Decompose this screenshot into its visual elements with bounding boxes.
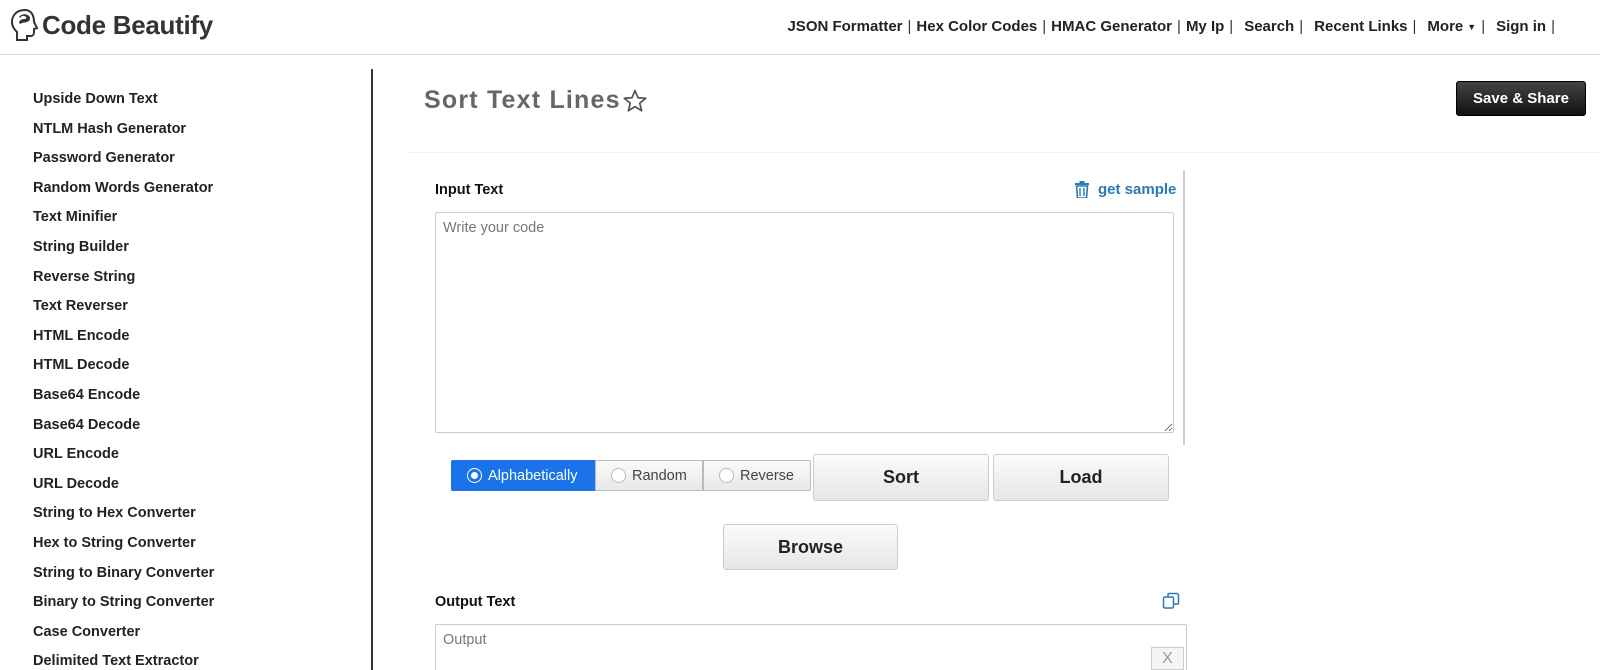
nav-separator: | bbox=[1481, 18, 1486, 35]
page-title: Sort Text Lines bbox=[424, 86, 648, 115]
nav-separator: | bbox=[1299, 18, 1304, 35]
sidebar-tool-list: Upside Down Text NTLM Hash Generator Pas… bbox=[0, 69, 371, 670]
radio-unselected-icon bbox=[719, 468, 734, 483]
title-divider bbox=[408, 152, 1600, 153]
sidebar-item-hex-to-string[interactable]: Hex to String Converter bbox=[33, 534, 371, 564]
nav-more-label: More bbox=[1427, 18, 1464, 35]
input-panel-border bbox=[1183, 170, 1185, 445]
sidebar-item-ntlm-hash-generator[interactable]: NTLM Hash Generator bbox=[33, 120, 371, 150]
sidebar-item-base64-decode[interactable]: Base64 Decode bbox=[33, 416, 371, 446]
copy-icon[interactable] bbox=[1162, 592, 1180, 610]
sidebar: Upside Down Text NTLM Hash Generator Pas… bbox=[0, 69, 373, 670]
sort-option-group: Alphabetically Random Reverse bbox=[451, 460, 811, 491]
nav-json-formatter[interactable]: JSON Formatter bbox=[787, 18, 902, 35]
star-outline-icon[interactable] bbox=[622, 88, 648, 114]
sort-option-label: Random bbox=[632, 467, 687, 484]
sort-option-label: Reverse bbox=[740, 467, 794, 484]
sidebar-item-reverse-string[interactable]: Reverse String bbox=[33, 268, 371, 298]
nav-separator: | bbox=[1551, 18, 1555, 35]
sort-option-label: Alphabetically bbox=[488, 467, 578, 484]
sidebar-item-html-decode[interactable]: HTML Decode bbox=[33, 356, 371, 386]
nav-search[interactable]: Search bbox=[1244, 18, 1294, 35]
logo-text: Code Beautify bbox=[42, 9, 213, 40]
radio-unselected-icon bbox=[611, 468, 626, 483]
logo-head-icon bbox=[10, 8, 39, 41]
clear-output-button[interactable]: X bbox=[1151, 647, 1184, 670]
top-navigation: JSON Formatter | Hex Color Codes | HMAC … bbox=[787, 18, 1560, 35]
sidebar-item-html-encode[interactable]: HTML Encode bbox=[33, 327, 371, 357]
top-header: Code Beautify JSON Formatter | Hex Color… bbox=[0, 0, 1600, 55]
nav-separator: | bbox=[907, 18, 912, 35]
nav-separator: | bbox=[1229, 18, 1234, 35]
input-text-label: Input Text bbox=[435, 182, 504, 198]
page-title-text: Sort Text Lines bbox=[424, 86, 621, 114]
nav-recent-links[interactable]: Recent Links bbox=[1314, 18, 1407, 35]
get-sample-link[interactable]: get sample bbox=[1074, 181, 1176, 198]
sidebar-item-random-words-generator[interactable]: Random Words Generator bbox=[33, 179, 371, 209]
trash-icon bbox=[1075, 181, 1089, 198]
sidebar-item-binary-to-string[interactable]: Binary to String Converter bbox=[33, 593, 371, 623]
sidebar-item-text-minifier[interactable]: Text Minifier bbox=[33, 208, 371, 238]
nav-sign-in[interactable]: Sign in bbox=[1496, 18, 1546, 35]
nav-hmac-generator[interactable]: HMAC Generator bbox=[1051, 18, 1172, 35]
load-button[interactable]: Load bbox=[993, 454, 1169, 501]
sidebar-item-password-generator[interactable]: Password Generator bbox=[33, 149, 371, 179]
input-text-area[interactable] bbox=[435, 212, 1174, 433]
sidebar-item-delimited-text-extractor[interactable]: Delimited Text Extractor bbox=[33, 652, 371, 670]
nav-more-dropdown[interactable]: More ▼ bbox=[1427, 18, 1476, 35]
sidebar-item-case-converter[interactable]: Case Converter bbox=[33, 623, 371, 653]
nav-my-ip[interactable]: My Ip bbox=[1186, 18, 1224, 35]
site-logo[interactable]: Code Beautify bbox=[10, 8, 213, 42]
nav-hex-color-codes[interactable]: Hex Color Codes bbox=[916, 18, 1037, 35]
output-text-label: Output Text bbox=[435, 594, 516, 610]
nav-separator: | bbox=[1177, 18, 1181, 35]
sidebar-item-url-encode[interactable]: URL Encode bbox=[33, 445, 371, 475]
sort-option-random[interactable]: Random bbox=[595, 460, 703, 491]
sidebar-item-string-to-hex[interactable]: String to Hex Converter bbox=[33, 504, 371, 534]
nav-separator: | bbox=[1412, 18, 1417, 35]
save-share-button[interactable]: Save & Share bbox=[1456, 81, 1586, 116]
sidebar-item-url-decode[interactable]: URL Decode bbox=[33, 475, 371, 505]
get-sample-label: get sample bbox=[1098, 181, 1177, 198]
chevron-down-icon: ▼ bbox=[1467, 22, 1477, 33]
sort-option-alphabetically[interactable]: Alphabetically bbox=[451, 460, 595, 491]
nav-separator: | bbox=[1042, 18, 1047, 35]
sidebar-item-base64-encode[interactable]: Base64 Encode bbox=[33, 386, 371, 416]
sidebar-item-string-builder[interactable]: String Builder bbox=[33, 238, 371, 268]
sidebar-item-string-to-binary[interactable]: String to Binary Converter bbox=[33, 564, 371, 594]
sort-button[interactable]: Sort bbox=[813, 454, 989, 501]
sidebar-item-upside-down-text[interactable]: Upside Down Text bbox=[33, 90, 371, 120]
sidebar-item-text-reverser[interactable]: Text Reverser bbox=[33, 297, 371, 327]
sort-option-reverse[interactable]: Reverse bbox=[703, 460, 811, 491]
radio-selected-icon bbox=[467, 468, 482, 483]
browse-button[interactable]: Browse bbox=[723, 524, 898, 570]
output-placeholder: Output bbox=[443, 632, 487, 648]
output-text-area[interactable]: Output bbox=[435, 624, 1187, 670]
